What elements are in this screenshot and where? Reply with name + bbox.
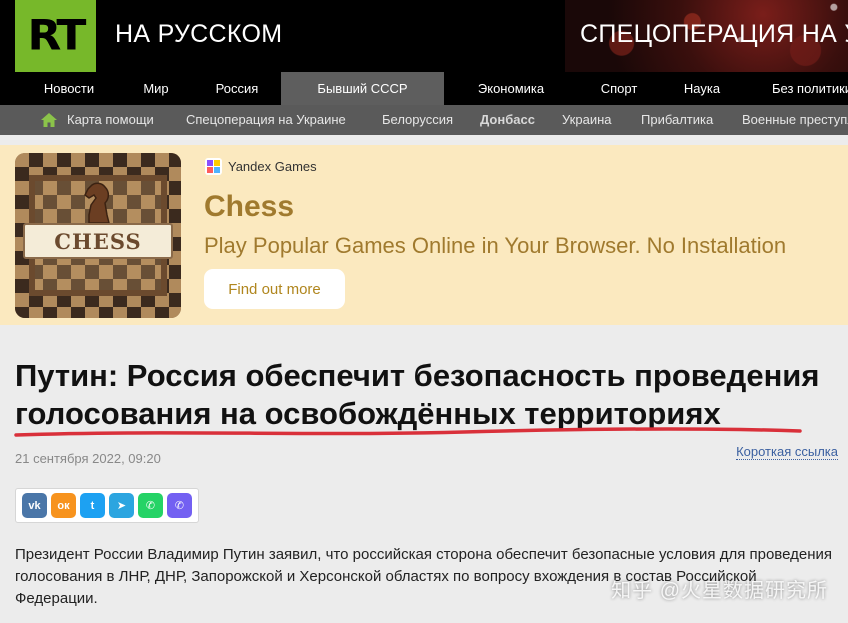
ad-brand[interactable]: Yandex Games bbox=[205, 158, 317, 175]
subnav-item-donbass[interactable]: Донбасс bbox=[480, 105, 535, 135]
rt-logo-text: RT bbox=[27, 11, 87, 60]
ad-title[interactable]: Chess bbox=[204, 190, 294, 224]
site-name[interactable]: НА РУССКОМ bbox=[115, 20, 282, 49]
short-link[interactable]: Короткая ссылка bbox=[736, 444, 838, 460]
sub-nav: Карта помощи Спецоперация на Украине Бел… bbox=[0, 105, 848, 135]
special-operation-banner[interactable]: СПЕЦОПЕРАЦИЯ НА УКРАИНЕ bbox=[565, 0, 848, 72]
ok-share-icon[interactable]: ок bbox=[51, 493, 76, 518]
nav-item-science[interactable]: Наука bbox=[676, 72, 728, 105]
subnav-item-ukraine[interactable]: Украина bbox=[562, 105, 612, 135]
ad-brand-label: Yandex Games bbox=[228, 159, 317, 174]
whatsapp-share-icon[interactable]: ✆ bbox=[138, 493, 163, 518]
zhihu-watermark: 知乎 @火星数据研究所 bbox=[611, 580, 828, 602]
chess-knight-icon bbox=[84, 182, 110, 224]
telegram-share-icon[interactable]: ➤ bbox=[109, 493, 134, 518]
subnav-item-war-crimes[interactable]: Военные преступления bbox=[742, 105, 848, 135]
vk-share-icon[interactable]: vk bbox=[22, 493, 47, 518]
nav-item-world[interactable]: Мир bbox=[130, 72, 182, 105]
twitter-share-icon[interactable]: t bbox=[80, 493, 105, 518]
chess-ribbon-text: CHESS bbox=[54, 228, 142, 254]
nav-item-economy[interactable]: Экономика bbox=[468, 72, 554, 105]
home-icon[interactable] bbox=[40, 111, 58, 129]
subnav-item-baltics[interactable]: Прибалтика bbox=[641, 105, 713, 135]
nav-item-news[interactable]: Новости bbox=[28, 72, 110, 105]
subnav-item-aid-map[interactable]: Карта помощи bbox=[67, 105, 154, 135]
ad-image[interactable]: CHESS bbox=[15, 153, 181, 318]
article-date: 21 сентября 2022, 09:20 bbox=[15, 451, 161, 466]
rt-logo[interactable]: RT bbox=[15, 0, 96, 72]
nav-item-no-politics[interactable]: Без политики bbox=[772, 72, 848, 105]
subnav-item-special-operation[interactable]: Спецоперация на Украине bbox=[186, 105, 346, 135]
banner-title: СПЕЦОПЕРАЦИЯ НА УКРАИНЕ bbox=[580, 20, 848, 48]
ad-banner[interactable]: CHESS Yandex Games Chess Play Popular Ga… bbox=[0, 145, 848, 325]
viber-share-icon[interactable]: ✆ bbox=[167, 493, 192, 518]
share-bar: vk ок t ➤ ✆ ✆ bbox=[15, 488, 199, 523]
highlight-underline bbox=[14, 427, 802, 437]
chess-ribbon: CHESS bbox=[23, 223, 173, 259]
nav-item-russia[interactable]: Россия bbox=[205, 72, 269, 105]
yandex-games-icon bbox=[205, 158, 222, 175]
subnav-item-belarus[interactable]: Белоруссия bbox=[382, 105, 453, 135]
ad-subtitle[interactable]: Play Popular Games Online in Your Browse… bbox=[204, 233, 786, 259]
nav-item-former-ussr[interactable]: Бывший СССР bbox=[281, 72, 444, 105]
nav-item-sport[interactable]: Спорт bbox=[592, 72, 646, 105]
ad-find-out-more-button[interactable]: Find out more bbox=[204, 269, 345, 309]
main-nav: Новости Мир Россия Бывший СССР Экономика… bbox=[0, 72, 848, 105]
site-header: RT НА РУССКОМ СПЕЦОПЕРАЦИЯ НА УКРАИНЕ bbox=[0, 0, 848, 72]
